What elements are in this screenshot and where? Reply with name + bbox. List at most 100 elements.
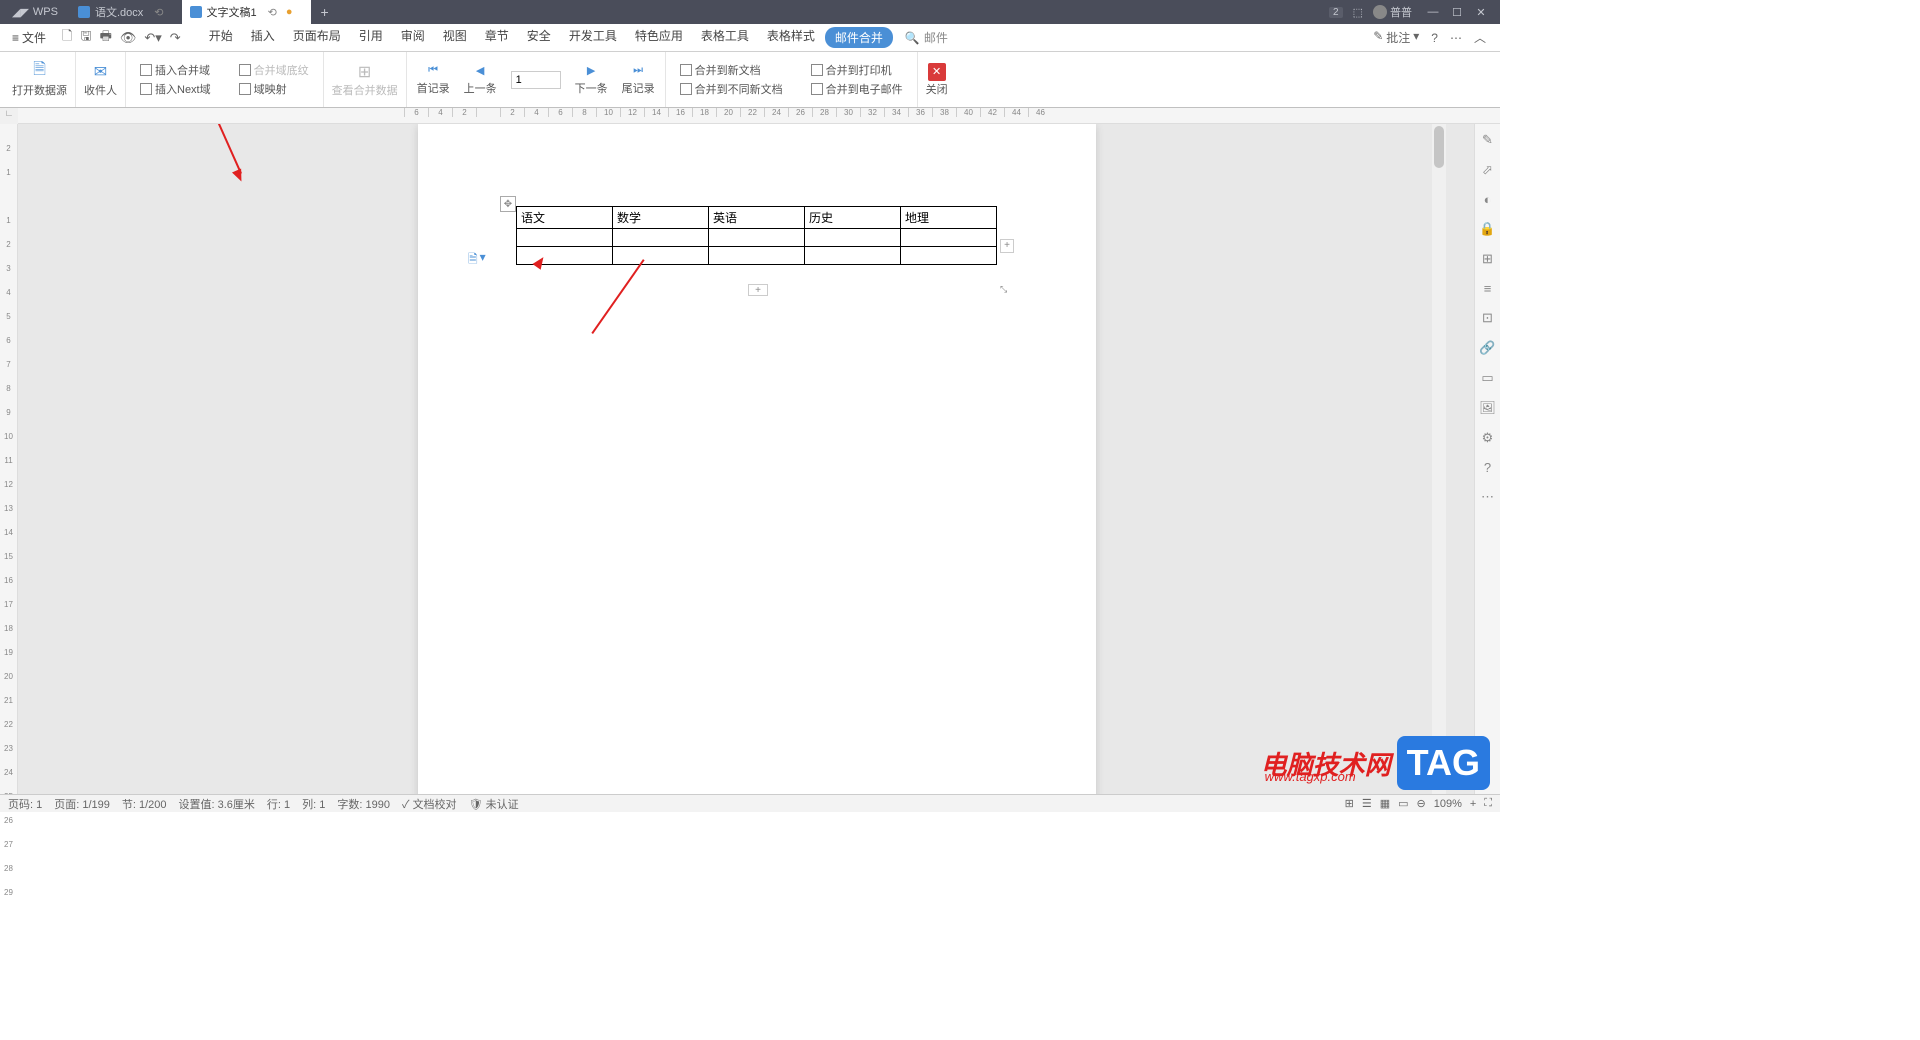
table-cell[interactable]: 历史 (805, 207, 901, 229)
doc-tab-1[interactable]: 语文.docx ⟲ (70, 0, 182, 24)
settings-tool-icon[interactable]: ⚙ (1482, 430, 1494, 446)
notification-badge[interactable]: 2 (1329, 7, 1343, 18)
table-cell[interactable]: 地理 (901, 207, 997, 229)
redo-icon[interactable]: ↷ (170, 30, 181, 46)
lock-tool-icon[interactable]: 🔒 (1479, 221, 1495, 237)
table-add-column-button[interactable]: + (1000, 239, 1014, 253)
grid-tool-icon[interactable]: ⊞ (1482, 251, 1493, 267)
status-auth[interactable]: 🛡 未认证 (469, 796, 519, 812)
prev-record-button[interactable]: ◀上一条 (464, 64, 497, 96)
maximize-button[interactable]: ☐ (1446, 6, 1468, 19)
tab-tabletools[interactable]: 表格工具 (693, 27, 757, 48)
document-canvas[interactable]: ✥ 语文 数学 英语 历史 地理 + + ⤡ 🗎▾ (18, 124, 1474, 794)
table-cell[interactable]: 英语 (709, 207, 805, 229)
save-icon[interactable]: 🖫 (80, 27, 91, 49)
fullscreen-icon[interactable]: ⛶ (1484, 797, 1492, 810)
more-icon[interactable]: ⋯ (1450, 31, 1462, 45)
table-resize-handle[interactable]: ⤡ (1000, 284, 1010, 294)
paragraph-options-button[interactable]: 🗎▾ (468, 250, 486, 271)
tab-mailmerge[interactable]: 邮件合并 (825, 27, 893, 48)
mapping-icon (239, 83, 251, 95)
preview-icon[interactable]: 👁 (120, 30, 137, 46)
zoom-value[interactable]: 109% (1434, 798, 1462, 810)
scrollbar-thumb[interactable] (1434, 126, 1444, 168)
tab-review[interactable]: 审阅 (393, 27, 433, 48)
select-tool-icon[interactable]: ⬀ (1482, 162, 1493, 178)
pencil-tool-icon[interactable]: ✎ (1482, 132, 1493, 148)
zoom-in-button[interactable]: + (1470, 798, 1476, 810)
table-move-handle[interactable]: ✥ (500, 196, 516, 212)
table-add-row-button[interactable]: + (748, 284, 768, 296)
zoom-out-button[interactable]: ⊖ (1417, 797, 1426, 810)
tab-view[interactable]: 视图 (435, 27, 475, 48)
doc-tab-2[interactable]: 文字文稿1 ⟲ ● (182, 0, 311, 24)
tab-security[interactable]: 安全 (519, 27, 559, 48)
merge-newdoc-button[interactable]: 合并到新文档 (680, 62, 783, 78)
minimize-button[interactable]: — (1422, 6, 1444, 19)
status-pagenum[interactable]: 页码: 1 (8, 796, 42, 812)
more-tools-icon[interactable]: ⋯ (1481, 489, 1494, 505)
file-menu[interactable]: ≡文件 (6, 29, 52, 46)
undo-icon[interactable]: ↶▾ (144, 30, 161, 46)
user-avatar-icon[interactable]: 普普 (1373, 4, 1412, 20)
search-box[interactable]: 🔍 邮件 (905, 29, 948, 46)
table-cell[interactable]: 语文 (517, 207, 613, 229)
annotate-button[interactable]: ✎批注 ▾ (1373, 29, 1419, 46)
wps-logo[interactable]: ◢◤ WPS (0, 6, 70, 19)
page-tool-icon[interactable]: ▭ (1481, 370, 1493, 386)
merge-diffdoc-button[interactable]: 合并到不同新文档 (680, 81, 783, 97)
tab-devtools[interactable]: 开发工具 (561, 27, 625, 48)
document-table[interactable]: 语文 数学 英语 历史 地理 (516, 206, 997, 265)
new-icon[interactable]: 🗋 (62, 27, 72, 49)
view-web-icon[interactable]: ▦ (1380, 797, 1390, 810)
close-icon: ✕ (928, 63, 946, 81)
table-cell[interactable]: 数学 (613, 207, 709, 229)
vertical-scrollbar[interactable] (1432, 124, 1446, 794)
tab-start[interactable]: 开始 (201, 27, 241, 48)
next-record-button[interactable]: ▶下一条 (575, 64, 608, 96)
close-mailmerge-button[interactable]: ✕ 关闭 (918, 52, 956, 107)
app-name: WPS (33, 6, 58, 18)
last-record-button[interactable]: ⏭尾记录 (622, 64, 655, 96)
new-tab-button[interactable]: + (311, 4, 339, 20)
insert-merge-field-button[interactable]: 插入合并域 (140, 62, 211, 78)
recipients-group[interactable]: ✉ 收件人 (76, 52, 126, 107)
view-data-label: 查看合并数据 (332, 82, 398, 98)
merge-email-button[interactable]: 合并到电子邮件 (811, 81, 903, 97)
help-tool-icon[interactable]: ? (1484, 460, 1491, 475)
tab-tablestyle[interactable]: 表格样式 (759, 27, 823, 48)
insert-next-field-button[interactable]: 插入Next域 (140, 81, 211, 97)
tab-section[interactable]: 章节 (477, 27, 517, 48)
status-proof[interactable]: ✓ 文档校对 (402, 796, 457, 812)
annotate-icon: ✎ (1373, 29, 1383, 46)
horizontal-ruler[interactable]: ∟ 64224681012141618202224262830323436384… (0, 108, 1500, 124)
tab-reference[interactable]: 引用 (351, 27, 391, 48)
tab-insert[interactable]: 插入 (243, 27, 283, 48)
tab-special[interactable]: 特色应用 (627, 27, 691, 48)
link-tool-icon[interactable]: 🔗 (1479, 340, 1495, 356)
image-tool-icon[interactable]: 🖼 (1479, 400, 1496, 416)
view-read-icon[interactable]: ▭ (1398, 797, 1408, 810)
crop-tool-icon[interactable]: ⊡ (1482, 310, 1493, 326)
vertical-ruler[interactable]: 2112345678910111213141516171819202122232… (0, 124, 18, 794)
chart-tool-icon[interactable]: ≡ (1484, 281, 1492, 296)
shape-tool-icon[interactable]: ◐ (1484, 192, 1492, 207)
status-words[interactable]: 字数: 1990 (337, 796, 390, 812)
record-number-input[interactable] (511, 71, 561, 89)
field-icon (140, 64, 152, 76)
skin-icon[interactable]: ⬚ (1353, 6, 1363, 19)
view-layout-icon[interactable]: ⊞ (1345, 797, 1354, 810)
help-icon[interactable]: ? (1431, 31, 1438, 45)
status-page[interactable]: 页面: 1/199 (54, 796, 110, 812)
view-outline-icon[interactable]: ☰ (1362, 797, 1372, 810)
print-icon[interactable]: 🖶 (100, 27, 112, 49)
first-record-button[interactable]: ⏮首记录 (417, 64, 450, 96)
view-data-group[interactable]: ⊞ 查看合并数据 (324, 52, 407, 107)
open-datasource-group[interactable]: 🗎 打开数据源 (4, 52, 76, 107)
tab-layout[interactable]: 页面布局 (285, 27, 349, 48)
merge-printer-button[interactable]: 合并到打印机 (811, 62, 903, 78)
status-section[interactable]: 节: 1/200 (122, 796, 167, 812)
close-button[interactable]: ✕ (1470, 6, 1492, 19)
collapse-ribbon-icon[interactable]: ︿ (1474, 29, 1486, 46)
field-mapping-button[interactable]: 域映射 (239, 81, 309, 97)
